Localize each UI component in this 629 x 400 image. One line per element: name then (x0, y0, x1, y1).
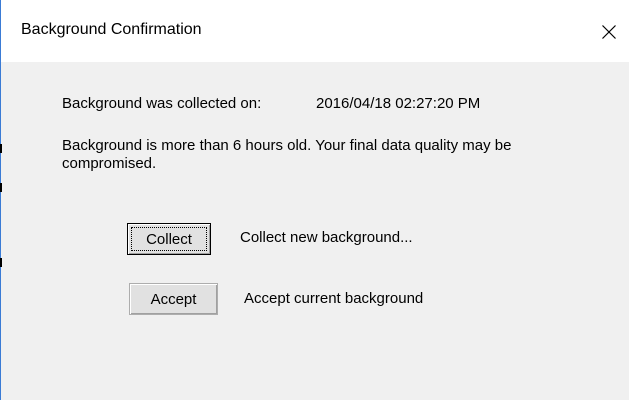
background-window-edge-mark (0, 258, 2, 267)
age-warning-message: Background is more than 6 hours old. You… (62, 137, 512, 172)
collected-on-label: Background was collected on: (62, 95, 262, 112)
accept-button[interactable]: Accept (129, 283, 218, 315)
dialog-body: Background was collected on: 2016/04/18 … (1, 62, 629, 400)
background-window-edge-mark (0, 183, 2, 192)
close-icon (602, 25, 616, 39)
collect-button[interactable]: Collect (127, 223, 211, 255)
close-button[interactable] (593, 16, 625, 48)
window-title: Background Confirmation (21, 21, 202, 38)
background-confirmation-dialog: Background Confirmation Background was c… (0, 0, 629, 400)
collected-on-datetime: 2016/04/18 02:27:20 PM (316, 95, 481, 112)
background-window-edge-mark (0, 144, 2, 153)
collect-description: Collect new background... (240, 229, 413, 246)
title-bar[interactable]: Background Confirmation (1, 0, 629, 62)
accept-description: Accept current background (244, 290, 424, 307)
